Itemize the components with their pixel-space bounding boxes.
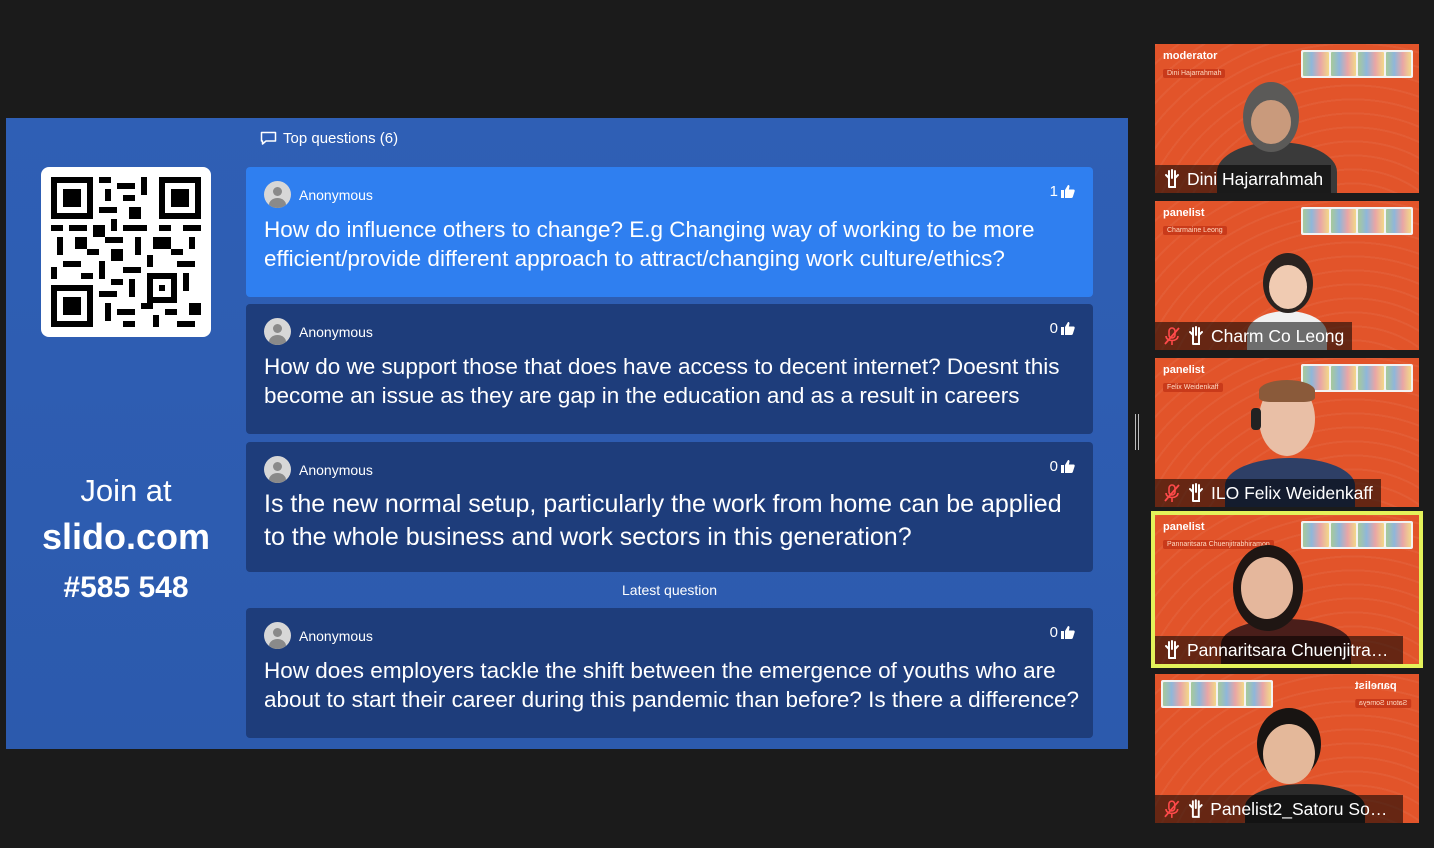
question-text: How does employers tackle the shift betw… bbox=[264, 658, 1080, 712]
name-tag: Satoru Someya bbox=[1354, 699, 1411, 708]
qr-code bbox=[41, 167, 211, 337]
participant-name: Pannaritsara Chuenjitrab... bbox=[1186, 639, 1395, 660]
top-questions-label: Top questions (6) bbox=[283, 130, 399, 147]
question-author: Anonymous bbox=[264, 622, 373, 649]
role-label: panelist bbox=[1354, 680, 1397, 692]
question-author: Anonymous bbox=[264, 181, 373, 208]
author-name: Anonymous bbox=[299, 323, 373, 340]
role-label: panelist bbox=[1163, 207, 1205, 219]
role-label: moderator bbox=[1163, 50, 1218, 62]
slido-screen-share: Join at slido.com #585 548 Top questions… bbox=[6, 118, 1128, 749]
participant-name-bar: Charm Co Leong bbox=[1155, 322, 1353, 350]
raise-hand-icon bbox=[1164, 640, 1179, 659]
slido-site: slido.com bbox=[41, 516, 211, 557]
participant-name: ILO Felix Weidenkaff bbox=[1211, 482, 1373, 503]
role-label: panelist bbox=[1163, 521, 1205, 533]
author-name: Anonymous bbox=[299, 186, 373, 203]
author-name: Anonymous bbox=[299, 461, 373, 478]
participant-name: Charm Co Leong bbox=[1211, 325, 1345, 346]
sponsor-logos bbox=[1301, 364, 1413, 392]
thumbs-up-icon bbox=[1061, 185, 1075, 198]
thumbs-up-icon bbox=[1061, 626, 1075, 639]
role-badge: panelist Charmaine Leong bbox=[1163, 207, 1227, 237]
role-badge: moderator Dini Hajarrahmah bbox=[1163, 50, 1226, 80]
muted-mic-icon bbox=[1164, 327, 1180, 345]
panel-resize-handle[interactable] bbox=[1135, 414, 1139, 450]
speech-bubble-icon bbox=[260, 131, 277, 145]
sponsor-logos bbox=[1301, 521, 1413, 549]
latest-question-label: Latest question bbox=[622, 582, 717, 598]
question-card[interactable]: Anonymous 0 Is the new normal setup, par… bbox=[246, 442, 1093, 572]
sponsor-logos bbox=[1301, 207, 1413, 235]
participant-name-bar: Dini Hajarrahmah bbox=[1155, 165, 1332, 193]
like-count: 0 bbox=[1049, 320, 1058, 337]
join-at-label: Join at bbox=[80, 473, 172, 508]
author-name: Anonymous bbox=[299, 627, 373, 644]
question-text: Is the new normal setup, particularly th… bbox=[264, 490, 1062, 551]
question-text: How do we support those that does have a… bbox=[264, 354, 1060, 408]
sponsor-logos bbox=[1301, 50, 1413, 78]
thumbs-up-icon bbox=[1061, 322, 1075, 335]
role-label: panelist bbox=[1163, 364, 1205, 376]
like-count: 1 bbox=[1049, 183, 1058, 200]
name-tag: Felix Weidenkaff bbox=[1163, 383, 1223, 392]
thumbs-up-icon bbox=[1061, 460, 1075, 473]
video-tile-moderator[interactable]: moderator Dini Hajarrahmah Dini Hajarrah… bbox=[1155, 44, 1419, 193]
join-info: Join at slido.com #585 548 bbox=[6, 470, 246, 614]
participant-name-bar: Pannaritsara Chuenjitrab... bbox=[1155, 636, 1403, 664]
avatar-icon bbox=[264, 318, 291, 345]
avatar-icon bbox=[264, 181, 291, 208]
raise-hand-icon bbox=[1189, 483, 1203, 502]
role-badge: panelist Felix Weidenkaff bbox=[1163, 364, 1223, 394]
name-tag: Dini Hajarrahmah bbox=[1163, 69, 1226, 78]
video-tile-panelist[interactable]: panelist Felix Weidenkaff ILO Felix Weid… bbox=[1155, 358, 1419, 507]
question-text: How do influence others to change? E.g C… bbox=[264, 217, 1035, 271]
participant-name-bar: Panelist2_Satoru Som... bbox=[1155, 795, 1403, 823]
question-card[interactable]: Anonymous 1 How do influence others to c… bbox=[246, 167, 1093, 297]
question-author: Anonymous bbox=[264, 456, 373, 483]
raise-hand-icon bbox=[1188, 799, 1203, 818]
video-tile-panelist[interactable]: panelist Charmaine Leong Charm Co Leong bbox=[1155, 201, 1419, 350]
raise-hand-icon bbox=[1165, 169, 1179, 188]
avatar-icon bbox=[264, 622, 291, 649]
like-counter[interactable]: 0 bbox=[1050, 458, 1075, 475]
participant-name-bar: ILO Felix Weidenkaff bbox=[1155, 479, 1381, 507]
muted-mic-icon bbox=[1164, 800, 1180, 818]
sponsor-logos bbox=[1161, 680, 1273, 708]
avatar-icon bbox=[264, 456, 291, 483]
event-code: #585 548 bbox=[63, 571, 189, 604]
muted-mic-icon bbox=[1164, 484, 1180, 502]
like-counter[interactable]: 1 bbox=[1050, 183, 1075, 200]
like-counter[interactable]: 0 bbox=[1050, 320, 1075, 337]
like-counter[interactable]: 0 bbox=[1050, 624, 1075, 641]
top-questions-header: Top questions (6) bbox=[260, 130, 398, 147]
role-badge: panelist Satoru Someya bbox=[1354, 680, 1411, 710]
participant-name: Panelist2_Satoru Som... bbox=[1210, 798, 1395, 819]
video-tile-panelist-speaking[interactable]: panelist Pannaritsara Chuenjitrabhiramon… bbox=[1151, 511, 1423, 668]
name-tag: Charmaine Leong bbox=[1163, 226, 1227, 235]
like-count: 0 bbox=[1049, 458, 1058, 475]
participant-name: Dini Hajarrahmah bbox=[1187, 168, 1324, 189]
like-count: 0 bbox=[1049, 624, 1058, 641]
question-card[interactable]: Anonymous 0 How does employers tackle th… bbox=[246, 608, 1093, 738]
raise-hand-icon bbox=[1189, 326, 1203, 345]
question-card[interactable]: Anonymous 0 How do we support those that… bbox=[246, 304, 1093, 434]
video-tile-panelist[interactable]: panelist Satoru Someya Panelist2_Satoru … bbox=[1155, 674, 1419, 823]
question-author: Anonymous bbox=[264, 318, 373, 345]
